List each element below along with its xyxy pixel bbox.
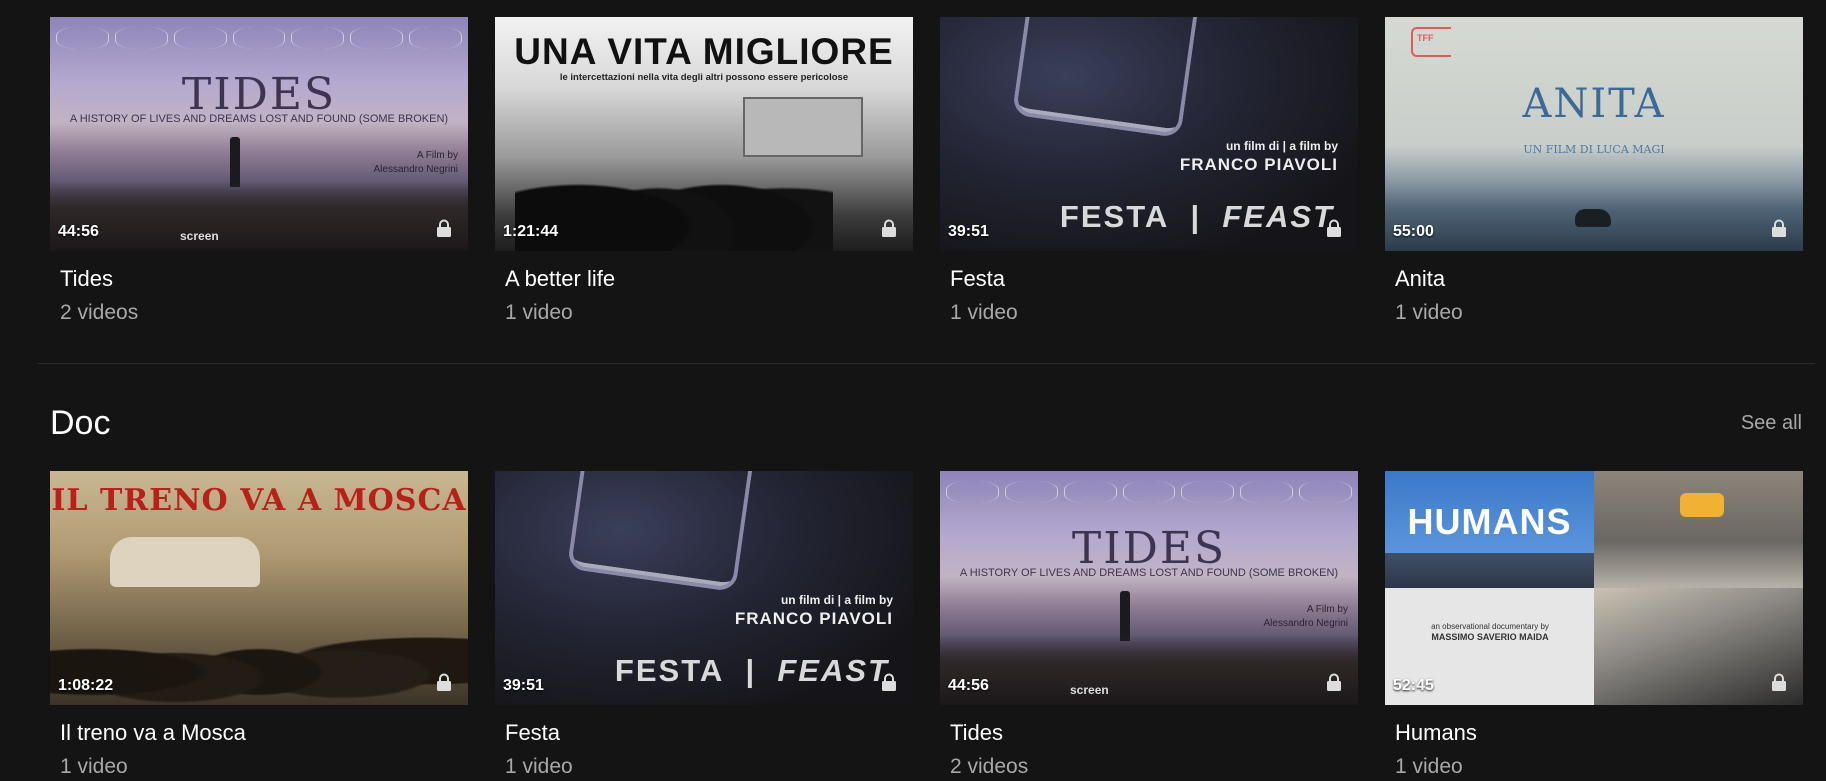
thumbnail[interactable]: un film di | a film by FRANCO PIAVOLI FE… bbox=[495, 471, 913, 705]
card-title[interactable]: Humans bbox=[1395, 720, 1803, 746]
poster-swing bbox=[566, 471, 754, 593]
thumbnail[interactable]: UNA VITA MIGLIORE le intercettazioni nel… bbox=[495, 17, 913, 251]
festival-badge: TFF bbox=[1411, 27, 1451, 57]
poster-title: UNA VITA MIGLIORE bbox=[514, 31, 894, 72]
poster-logo: screen bbox=[1070, 683, 1109, 697]
card-title[interactable]: Tides bbox=[950, 720, 1358, 746]
video-count: 2 videos bbox=[60, 301, 139, 324]
duration-badge: 39:51 bbox=[948, 223, 989, 240]
poster-beach bbox=[50, 181, 468, 251]
poster-taxi bbox=[1680, 493, 1724, 517]
poster-credit: A Film by Alessandro Negrini bbox=[1263, 604, 1349, 629]
doc-row: IL TRENO VA A MOSCA 1:08:22 Il treno va … bbox=[50, 471, 1803, 779]
thumbnail[interactable]: TFF ANITA UN FILM DI LUCA MAGI 55:00 bbox=[1385, 17, 1803, 251]
poster-title: IL TRENO VA A MOSCA bbox=[51, 483, 467, 518]
poster-subtitle: A HISTORY OF LIVES AND DREAMS LOST AND F… bbox=[69, 113, 449, 125]
poster-subtitle: UN FILM DI LUCA MAGI bbox=[1523, 143, 1665, 156]
lock-icon bbox=[882, 673, 896, 691]
card-tides[interactable]: TIDES A HISTORY OF LIVES AND DREAMS LOST… bbox=[50, 17, 468, 325]
video-count: 1 video bbox=[950, 301, 1018, 324]
card-title[interactable]: A better life bbox=[505, 266, 913, 292]
section-divider bbox=[37, 363, 1815, 364]
poster-title: FESTA | FEAST bbox=[614, 653, 889, 688]
poster-subtitle: A HISTORY OF LIVES AND DREAMS LOST AND F… bbox=[959, 567, 1339, 579]
poster-swing bbox=[1011, 17, 1199, 139]
video-count: 2 videos bbox=[950, 755, 1029, 778]
duration-badge: 44:56 bbox=[948, 677, 989, 694]
poster-title: ANITA bbox=[1522, 81, 1666, 127]
poster-street bbox=[1594, 471, 1803, 588]
thumbnail-art: UNA VITA MIGLIORE le intercettazioni nel… bbox=[495, 17, 913, 251]
poster-crowd bbox=[515, 131, 833, 251]
lock-icon bbox=[882, 219, 896, 237]
poster-logo: screen bbox=[180, 229, 219, 243]
lock-icon bbox=[437, 219, 451, 237]
card-festa[interactable]: un film di | a film by FRANCO PIAVOLI FE… bbox=[940, 17, 1358, 325]
video-count: 1 video bbox=[505, 755, 573, 778]
poster-credit: un film di | a film by bbox=[1225, 139, 1338, 153]
card-title[interactable]: Festa bbox=[505, 720, 913, 746]
poster-title: FESTA | FEAST bbox=[1059, 199, 1334, 234]
card-a-better-life[interactable]: UNA VITA MIGLIORE le intercettazioni nel… bbox=[495, 17, 913, 325]
thumbnail-art: TIDES A HISTORY OF LIVES AND DREAMS LOST… bbox=[50, 17, 468, 251]
card-title[interactable]: Anita bbox=[1395, 266, 1803, 292]
card-title[interactable]: Tides bbox=[60, 266, 468, 292]
video-count: 1 video bbox=[60, 755, 128, 778]
poster-director: FRANCO PIAVOLI bbox=[1179, 155, 1338, 174]
card-festa[interactable]: un film di | a film by FRANCO PIAVOLI FE… bbox=[495, 471, 913, 779]
thumbnail[interactable]: HUMANS an observational documentary by MA… bbox=[1385, 471, 1803, 705]
card-anita[interactable]: TFF ANITA UN FILM DI LUCA MAGI 55:00 Ani… bbox=[1385, 17, 1803, 325]
poster-credit: un film di | a film by bbox=[780, 593, 893, 607]
card-il-treno-va-a-mosca[interactable]: IL TRENO VA A MOSCA 1:08:22 Il treno va … bbox=[50, 471, 468, 779]
poster-subtitle: le intercettazioni nella vita degli altr… bbox=[559, 72, 849, 83]
thumbnail[interactable]: un film di | a film by FRANCO PIAVOLI FE… bbox=[940, 17, 1358, 251]
thumbnail[interactable]: TIDES A HISTORY OF LIVES AND DREAMS LOST… bbox=[50, 17, 468, 251]
card-tides[interactable]: TIDES A HISTORY OF LIVES AND DREAMS LOST… bbox=[940, 471, 1358, 779]
poster-director: FRANCO PIAVOLI bbox=[734, 609, 893, 628]
duration-badge: 55:00 bbox=[1393, 223, 1434, 240]
card-title[interactable]: Il treno va a Mosca bbox=[60, 720, 468, 746]
thumbnail-art: un film di | a film by FRANCO PIAVOLI FE… bbox=[940, 17, 1358, 251]
poster-figure bbox=[230, 137, 240, 187]
duration-badge: 1:21:44 bbox=[503, 223, 559, 240]
section-title: Doc bbox=[50, 404, 111, 442]
see-all-link[interactable]: See all bbox=[1741, 412, 1802, 435]
poster-title: HUMANS bbox=[1407, 501, 1572, 542]
lock-icon bbox=[1327, 219, 1341, 237]
top-row: TIDES A HISTORY OF LIVES AND DREAMS LOST… bbox=[50, 17, 1803, 325]
duration-badge: 44:56 bbox=[58, 223, 99, 240]
poster-beach bbox=[940, 635, 1358, 705]
duration-badge: 39:51 bbox=[503, 677, 544, 694]
thumbnail-art: un film di | a film by FRANCO PIAVOLI FE… bbox=[495, 471, 913, 705]
poster-figure bbox=[1120, 591, 1130, 641]
lock-icon bbox=[1772, 673, 1786, 691]
duration-badge: 1:08:22 bbox=[58, 677, 114, 694]
thumbnail-art: TIDES A HISTORY OF LIVES AND DREAMS LOST… bbox=[940, 471, 1358, 705]
lock-icon bbox=[1327, 673, 1341, 691]
lock-icon bbox=[437, 673, 451, 691]
video-count: 1 video bbox=[1395, 755, 1463, 778]
video-count: 1 video bbox=[1395, 301, 1463, 324]
thumbnail[interactable]: IL TRENO VA A MOSCA 1:08:22 bbox=[50, 471, 468, 705]
card-humans[interactable]: HUMANS an observational documentary by MA… bbox=[1385, 471, 1803, 779]
thumbnail-art: HUMANS an observational documentary by MA… bbox=[1385, 471, 1803, 705]
poster-bus bbox=[110, 537, 260, 587]
duration-badge: 52:45 bbox=[1393, 677, 1434, 694]
thumbnail[interactable]: TIDES A HISTORY OF LIVES AND DREAMS LOST… bbox=[940, 471, 1358, 705]
poster-credit: A Film by Alessandro Negrini bbox=[373, 150, 459, 175]
poster-animal bbox=[1575, 209, 1611, 227]
lock-icon bbox=[1772, 219, 1786, 237]
video-count: 1 video bbox=[505, 301, 573, 324]
thumbnail-art: IL TRENO VA A MOSCA bbox=[50, 471, 468, 705]
poster-credit: an observational documentary by MASSIMO S… bbox=[1431, 622, 1549, 642]
card-title[interactable]: Festa bbox=[950, 266, 1358, 292]
thumbnail-art: TFF ANITA UN FILM DI LUCA MAGI bbox=[1385, 17, 1803, 251]
